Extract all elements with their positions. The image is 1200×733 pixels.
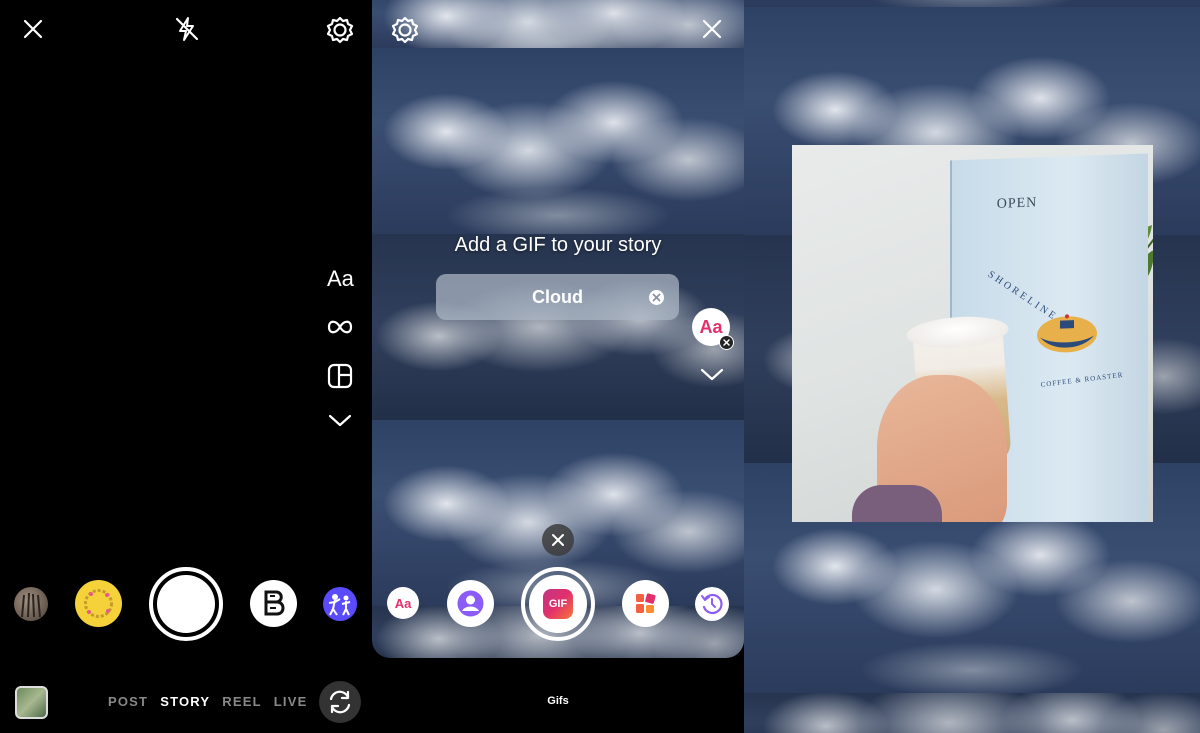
photo-sticker[interactable]: OPEN SHORELINE COFFEE & ROASTER — [792, 145, 1153, 522]
chevron-down-icon[interactable] — [328, 412, 352, 428]
effect-wreath-icon[interactable] — [75, 580, 122, 627]
gif-search-value[interactable]: Cloud — [532, 287, 583, 308]
history-icon[interactable] — [695, 587, 729, 621]
close-tray-button[interactable] — [542, 524, 574, 556]
story-preview: OPEN SHORELINE COFFEE & ROASTER — [744, 0, 1200, 733]
gif-search-field[interactable]: Cloud — [436, 274, 679, 320]
text-tool-icon[interactable]: Aa — [327, 266, 354, 292]
text-style-label: Aa — [699, 316, 723, 337]
mode-reel[interactable]: REEL — [222, 694, 261, 709]
avatar-sticker-icon[interactable] — [447, 580, 494, 627]
gif-picker-screen: Add a GIF to your story Cloud Aa Aa GIF — [372, 0, 744, 733]
tray-label: Gifs — [547, 695, 569, 707]
flip-camera-button[interactable] — [319, 681, 361, 723]
flash-off-icon[interactable] — [173, 15, 201, 43]
gallery-thumbnail[interactable] — [15, 686, 48, 719]
layout-icon[interactable] — [327, 363, 353, 389]
boomerang-icon[interactable] — [326, 317, 354, 337]
settings-gear-icon[interactable] — [391, 16, 419, 44]
bag-logo-boat — [1037, 314, 1097, 353]
mode-post[interactable]: POST — [108, 694, 148, 709]
mode-live[interactable]: LIVE — [274, 694, 308, 709]
camera-mode-selector: POST STORY REEL LIVE — [108, 694, 307, 709]
mode-story[interactable]: STORY — [160, 694, 210, 709]
settings-gear-icon[interactable] — [326, 16, 354, 44]
close-icon[interactable] — [22, 18, 44, 40]
gif-button[interactable]: GIF — [521, 567, 595, 641]
text-style-icon[interactable]: Aa — [387, 587, 419, 619]
templates-icon[interactable] — [622, 580, 669, 627]
bag-subtitle-text: COFFEE & ROASTER — [1040, 370, 1124, 389]
remove-sticker-icon[interactable] — [719, 335, 734, 350]
close-icon[interactable] — [701, 18, 723, 40]
bag-open-text: OPEN — [996, 195, 1038, 212]
gif-icon: GIF — [543, 589, 573, 619]
chevron-down-icon[interactable] — [700, 366, 724, 382]
shutter-button[interactable] — [149, 567, 223, 641]
sleeve — [852, 485, 942, 522]
effect-dance-icon[interactable] — [323, 587, 357, 621]
effect-thumbnail-1[interactable] — [14, 587, 48, 621]
clear-search-icon[interactable] — [649, 290, 664, 305]
camera-screen: Aa POST STORY REEL LIVE — [0, 0, 372, 733]
gif-preview-area — [372, 0, 744, 658]
effect-bold-b-icon[interactable] — [250, 580, 297, 627]
gif-picker-title: Add a GIF to your story — [454, 234, 662, 256]
